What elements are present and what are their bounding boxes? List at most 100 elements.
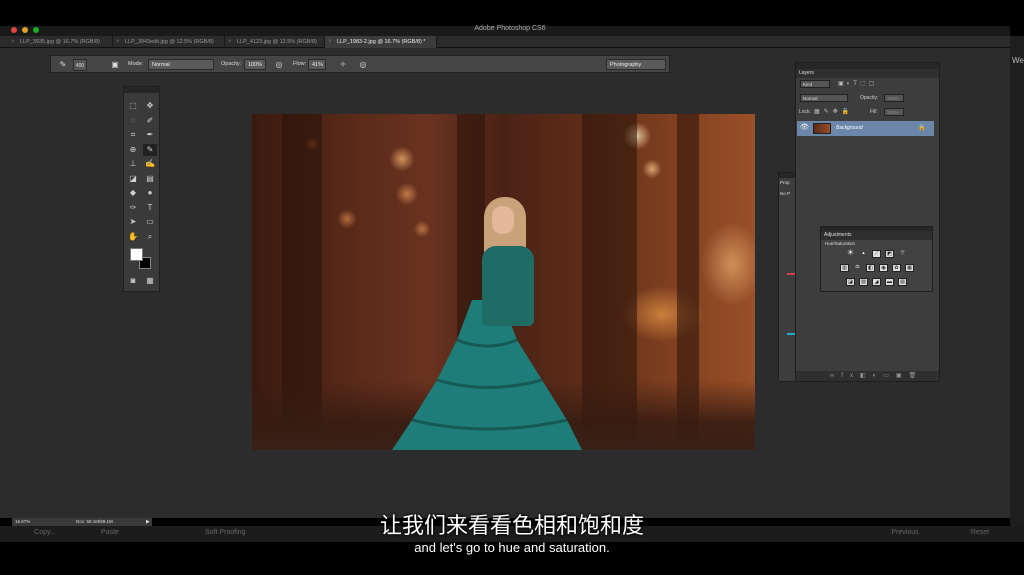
channel-mixer-adjust-icon[interactable]: ✿ [892, 264, 901, 272]
tab-label: LLP_4123.jpg @ 12.5% (RGB/8) [237, 39, 317, 45]
tab-llp-3943edit[interactable]: × LLP_3943edit.jpg @ 12.5% (RGB/8) [113, 36, 225, 48]
history-brush-icon[interactable]: ✍ [143, 158, 157, 170]
hand-tool-icon[interactable]: ✋ [126, 231, 140, 243]
layer-lock-icon: 🔒 [918, 125, 926, 131]
tab-llp-3935[interactable]: × LLP_3935.jpg @ 16.7% (RGB/8) [8, 36, 113, 48]
pressure-opacity-icon[interactable]: ◎ [273, 59, 285, 71]
stamp-tool-icon[interactable]: ⊥ [126, 158, 140, 170]
girl-face [492, 206, 514, 234]
layer-filter-select[interactable]: Kind [800, 80, 830, 88]
close-tab-icon[interactable]: × [228, 36, 232, 48]
properties-panel: Prop No P [778, 172, 796, 382]
crop-tool-icon[interactable]: ⌗ [126, 129, 140, 141]
copy-button[interactable]: Copy... [15, 527, 75, 539]
tab-llp-4123[interactable]: × LLP_4123.jpg @ 12.5% (RGB/8) [225, 36, 325, 48]
properties-subtitle: No P [780, 191, 791, 196]
previous-button[interactable]: Previous [870, 527, 940, 539]
workspace-select[interactable]: Photography [606, 59, 666, 70]
layers-tab[interactable]: Layers [796, 69, 939, 78]
black-white-adjust-icon[interactable]: ◧ [866, 264, 875, 272]
reset-button[interactable]: Reset [945, 527, 1015, 539]
brush-panel-icon[interactable]: ▣ [109, 59, 121, 71]
posterize-adjust-icon[interactable]: ▨ [859, 278, 868, 286]
color-lookup-adjust-icon[interactable]: ▦ [905, 264, 914, 272]
soft-proofing-toggle[interactable]: Soft Proofing [205, 527, 275, 539]
quick-select-icon[interactable]: ✐ [143, 115, 157, 127]
blur-tool-icon[interactable]: ◆ [126, 187, 140, 199]
move-arrow-icon[interactable]: ✥ [143, 100, 157, 112]
lock-icons[interactable]: ▦✎✥🔒 [814, 106, 853, 118]
lasso-tool-icon[interactable]: ◌ [126, 115, 140, 127]
fill-input[interactable]: 100% [884, 108, 904, 116]
exposure-adjust-icon[interactable]: ◩ [885, 250, 894, 258]
opacity-input[interactable]: 100% [244, 59, 266, 70]
mode-select[interactable]: Normal [148, 59, 214, 70]
airbrush-icon[interactable]: ✧ [337, 59, 349, 71]
properties-title: Prop [780, 180, 790, 185]
screen: Adobe Photoshop CS6 × LLP_3935.jpg @ 16.7… [0, 0, 1024, 575]
brush-preset-picker[interactable]: 400 [73, 59, 87, 71]
flow-label: Flow: [293, 61, 307, 67]
close-tab-icon[interactable]: × [11, 36, 15, 48]
filter-icons[interactable]: ▣◐T⬚▢ [838, 78, 877, 90]
status-bar: 16.67% Doc: 59.1M/59.1M ▶ [12, 518, 152, 526]
doc-size: Doc: 59.1M/59.1M [76, 519, 113, 524]
dodge-tool-icon[interactable]: ● [143, 187, 157, 199]
visibility-eye-icon[interactable]: 👁 [800, 123, 809, 131]
zoom-tool-icon[interactable]: ⌕ [143, 231, 157, 243]
levels-adjust-icon[interactable]: ▴ [859, 250, 868, 258]
vibrance-adjust-icon[interactable]: ▽ [898, 250, 907, 258]
lock-label: Lock: [799, 109, 811, 115]
gradient-map-adjust-icon[interactable]: ▬ [885, 278, 894, 286]
zoom-level[interactable]: 16.67% [15, 518, 30, 526]
screen-mode-icon[interactable]: ▦ [143, 275, 157, 287]
brush-tool-active-icon[interactable]: ✎ [143, 144, 157, 156]
right-panel-strip: Web [1010, 36, 1024, 526]
app-title: Adobe Photoshop CS6 [474, 25, 546, 32]
pressure-size-icon[interactable]: ◎ [357, 59, 369, 71]
fill-label: Fill: [870, 109, 878, 115]
foreground-color-swatch[interactable] [130, 248, 143, 261]
color-balance-adjust-icon[interactable]: ⚖ [853, 264, 862, 272]
tab-label: LLP_3943edit.jpg @ 12.5% (RGB/8) [125, 39, 214, 45]
flow-input[interactable]: 41% [308, 59, 326, 70]
brush-tool-icon[interactable]: ✎ [57, 59, 69, 71]
threshold-adjust-icon[interactable]: ◢ [872, 278, 881, 286]
gradient-tool-icon[interactable]: ▤ [143, 173, 157, 185]
adjustment-hint: Hue/Saturation [825, 241, 856, 246]
move-tool-icon[interactable]: ⬚ [126, 100, 140, 112]
type-tool-icon[interactable]: T [143, 202, 157, 214]
close-tab-icon[interactable]: × [116, 36, 120, 48]
status-menu-arrow-icon[interactable]: ▶ [146, 518, 150, 526]
layer-thumbnail [813, 123, 831, 134]
tab-label: LLP_1983-2.jpg @ 16.7% (RGB/8) * [337, 39, 426, 45]
healing-tool-icon[interactable]: ⊕ [126, 144, 140, 156]
curves-adjust-icon[interactable]: ⟋ [872, 250, 881, 258]
document-canvas[interactable] [252, 114, 755, 450]
hue-saturation-adjust-icon[interactable]: ▥ [840, 264, 849, 272]
opacity-label: Opacity: [221, 61, 242, 67]
layer-actions-icons[interactable]: ∞fx◧◐▭▣🗑 [830, 371, 923, 381]
adjustments-tab[interactable]: Adjustments [821, 231, 932, 240]
paste-button[interactable]: Paste [80, 527, 140, 539]
path-select-icon[interactable]: ➤ [126, 216, 140, 228]
subtitle-english: and let's go to hue and saturation. [414, 540, 610, 555]
close-tab-icon[interactable]: × [328, 36, 332, 48]
tab-llp-1983-2[interactable]: × LLP_1983-2.jpg @ 16.7% (RGB/8) * [325, 36, 437, 48]
minimize-window-icon[interactable] [22, 27, 28, 33]
brightness-adjust-icon[interactable]: ☀ [846, 249, 855, 258]
layer-opacity-input[interactable]: 100% [884, 94, 904, 102]
blend-mode-select[interactable]: Normal [800, 94, 848, 102]
eyedropper-tool-icon[interactable]: ✒ [143, 129, 157, 141]
eraser-tool-icon[interactable]: ◪ [126, 173, 140, 185]
zoom-window-icon[interactable] [33, 27, 39, 33]
photo-filter-adjust-icon[interactable]: ◉ [879, 264, 888, 272]
quick-mask-icon[interactable]: ◙ [126, 275, 140, 287]
selective-color-adjust-icon[interactable]: ▤ [898, 278, 907, 286]
close-window-icon[interactable] [11, 27, 17, 33]
pen-tool-icon[interactable]: ✑ [126, 202, 140, 214]
shape-tool-icon[interactable]: ▭ [143, 216, 157, 228]
layer-name[interactable]: Background [836, 123, 863, 134]
web-label: Web [1012, 56, 1024, 65]
invert-adjust-icon[interactable]: ◪ [846, 278, 855, 286]
